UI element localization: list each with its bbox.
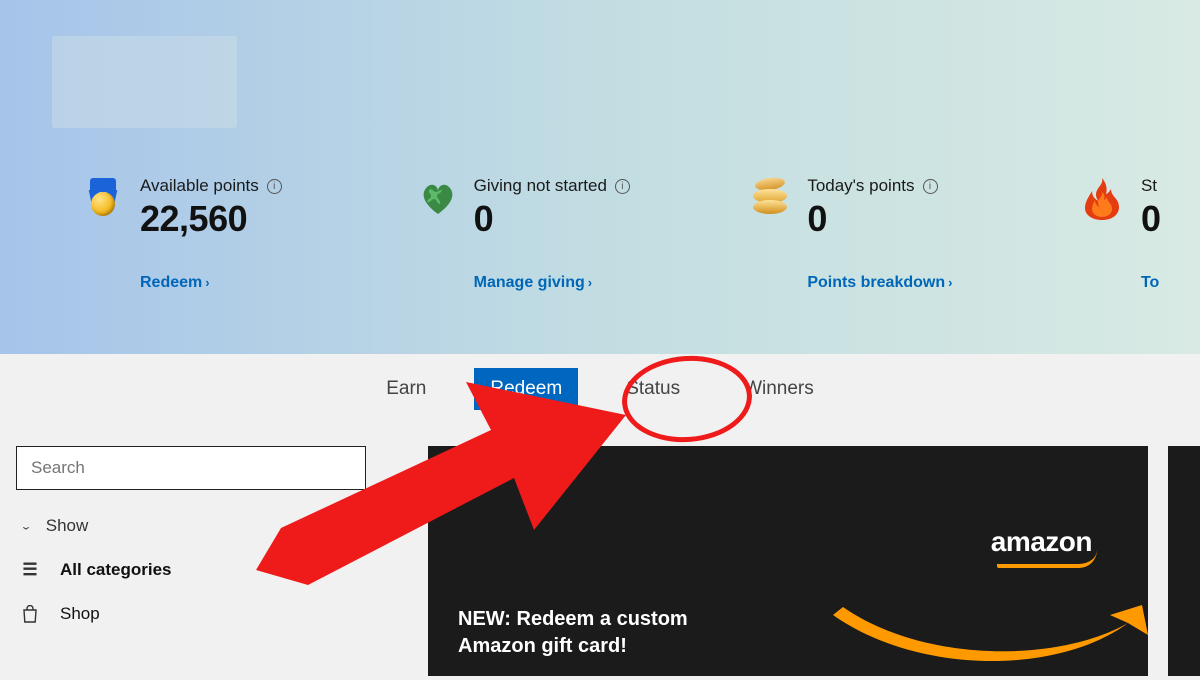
- stat-value: 0: [807, 198, 952, 240]
- stat-giving: Giving not started i 0 Manage giving›: [418, 176, 752, 292]
- stats-row: Available points i 22,560 Redeem› Giving…: [84, 176, 1200, 292]
- amazon-swoosh-icon: [828, 595, 1158, 680]
- category-shop[interactable]: Shop: [16, 604, 366, 624]
- list-icon: ☰: [20, 560, 40, 580]
- show-label: Show: [46, 516, 89, 536]
- show-toggle[interactable]: ⌄ Show: [16, 516, 366, 536]
- tab-earn[interactable]: Earn: [370, 368, 442, 410]
- flame-icon: [1085, 178, 1123, 216]
- tab-winners[interactable]: Winners: [728, 368, 830, 410]
- search-box[interactable]: [16, 446, 366, 490]
- reward-card-next[interactable]: [1168, 446, 1200, 676]
- chevron-down-icon: ⌄: [20, 520, 32, 532]
- lower-section: ⌄ Show ☰ All categories Shop amazon NEW:…: [0, 436, 1200, 675]
- stat-value: 0: [474, 198, 630, 240]
- primary-tabs: Earn Redeem Status Winners: [0, 368, 1200, 410]
- amazon-logo: amazon: [991, 526, 1092, 558]
- tab-redeem[interactable]: Redeem: [474, 368, 578, 410]
- earth-heart-icon: [418, 178, 456, 216]
- stat-streak: St 0 To: [1085, 176, 1200, 292]
- reward-card-title: NEW: Redeem a custom Amazon gift card!: [458, 606, 688, 660]
- chevron-right-icon: ›: [948, 275, 952, 290]
- medal-icon: [84, 178, 122, 216]
- stat-value: 22,560: [140, 198, 282, 240]
- stat-label: Available points i: [140, 176, 282, 196]
- manage-giving-link[interactable]: Manage giving›: [474, 274, 630, 292]
- stat-value: 0: [1141, 198, 1161, 240]
- shopping-bag-icon: [20, 605, 40, 623]
- category-label: Shop: [60, 604, 100, 624]
- category-all[interactable]: ☰ All categories: [16, 560, 366, 580]
- chevron-right-icon: ›: [205, 275, 209, 290]
- search-input[interactable]: [31, 458, 351, 478]
- reward-card-amazon[interactable]: amazon NEW: Redeem a custom Amazon gift …: [428, 446, 1148, 676]
- chevron-right-icon: ›: [588, 275, 592, 290]
- hero-banner: Available points i 22,560 Redeem› Giving…: [0, 0, 1200, 354]
- redeem-link[interactable]: Redeem›: [140, 274, 282, 292]
- stat-label: Today's points i: [807, 176, 952, 196]
- stat-label: St: [1141, 176, 1161, 196]
- info-icon[interactable]: i: [615, 179, 630, 194]
- stat-label: Giving not started i: [474, 176, 630, 196]
- coins-icon: [751, 178, 789, 216]
- redacted-region: [52, 36, 237, 128]
- category-label: All categories: [60, 560, 172, 580]
- info-icon[interactable]: i: [267, 179, 282, 194]
- stat-available-points: Available points i 22,560 Redeem›: [84, 176, 418, 292]
- points-breakdown-link[interactable]: Points breakdown›: [807, 274, 952, 292]
- stat-todays-points: Today's points i 0 Points breakdown›: [751, 176, 1085, 292]
- streak-link[interactable]: To: [1141, 274, 1161, 292]
- info-icon[interactable]: i: [923, 179, 938, 194]
- filter-sidebar: ⌄ Show ☰ All categories Shop: [16, 446, 366, 624]
- tab-status[interactable]: Status: [610, 368, 696, 410]
